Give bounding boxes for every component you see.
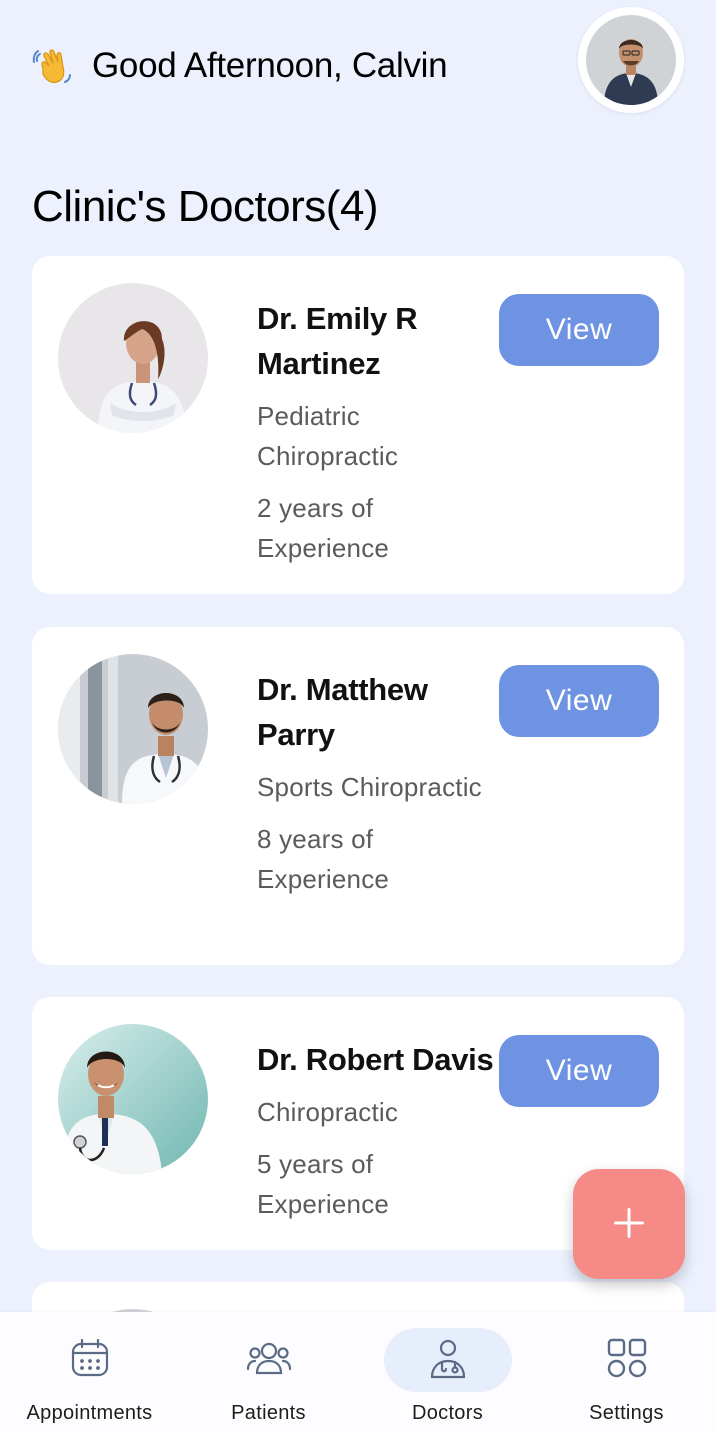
nav-item-patients[interactable]: Patients [179, 1312, 358, 1432]
doctor-icon [427, 1337, 469, 1384]
nav-item-settings[interactable]: Settings [537, 1312, 716, 1432]
nav-label: Settings [589, 1402, 664, 1424]
doctor-info: Dr. Robert Davis Chiropractic 5 years of… [257, 1037, 497, 1224]
doctor-card: Dr. Matthew Parry Sports Chiropractic 8 … [32, 627, 684, 965]
nav-item-appointments[interactable]: Appointments [0, 1312, 179, 1432]
patients-icon [246, 1337, 292, 1384]
add-doctor-button[interactable] [573, 1169, 685, 1279]
doctor-name: Dr. Emily R Martinez [257, 301, 418, 381]
doctor-photo [58, 1024, 208, 1174]
doctor-photo [58, 654, 208, 804]
doctor-experience: 5 years of Experience [257, 1149, 390, 1219]
doctor-info: Dr. Emily R Martinez Pediatric Chiroprac… [257, 296, 497, 568]
nav-label: Patients [231, 1402, 306, 1424]
nav-item-doctors[interactable]: Doctors [358, 1312, 537, 1432]
view-button[interactable]: View [499, 1035, 659, 1107]
greeting-text: Good Afternoon, Calvin [92, 46, 448, 85]
doctor-photo [58, 283, 208, 433]
nav-label: Doctors [411, 1402, 483, 1424]
doctor-name: Dr. Robert Davis [257, 1042, 494, 1077]
grid-icon [606, 1337, 648, 1384]
doctor-name: Dr. Matthew Parry [257, 672, 428, 752]
calendar-icon [69, 1337, 111, 1384]
avatar-photo [586, 15, 676, 105]
bottom-nav: Appointments Patients Doctors Settings [0, 1312, 716, 1432]
waving-hand-icon [32, 44, 76, 88]
nav-label: Appointments [26, 1402, 153, 1424]
view-button[interactable]: View [499, 294, 659, 366]
section-title: Clinic's Doctors(4) [32, 182, 379, 231]
view-button[interactable]: View [499, 665, 659, 737]
greeting: Good Afternoon, Calvin [32, 44, 448, 88]
doctor-specialty: Sports Chiropractic [257, 772, 482, 802]
doctor-card: Dr. Emily R Martinez Pediatric Chiroprac… [32, 256, 684, 594]
plus-icon [612, 1206, 646, 1243]
doctor-experience: 8 years of Experience [257, 824, 390, 894]
doctor-info: Dr. Matthew Parry Sports Chiropractic 8 … [257, 667, 497, 899]
user-avatar[interactable] [578, 7, 684, 113]
doctors-screen: Good Afternoon, Calvin Clinic's Doctors(… [0, 0, 716, 1432]
doctor-specialty: Pediatric Chiropractic [257, 401, 399, 471]
doctor-experience: 2 years of Experience [257, 493, 390, 563]
header: Good Afternoon, Calvin [32, 7, 684, 118]
doctor-specialty: Chiropractic [257, 1097, 399, 1127]
